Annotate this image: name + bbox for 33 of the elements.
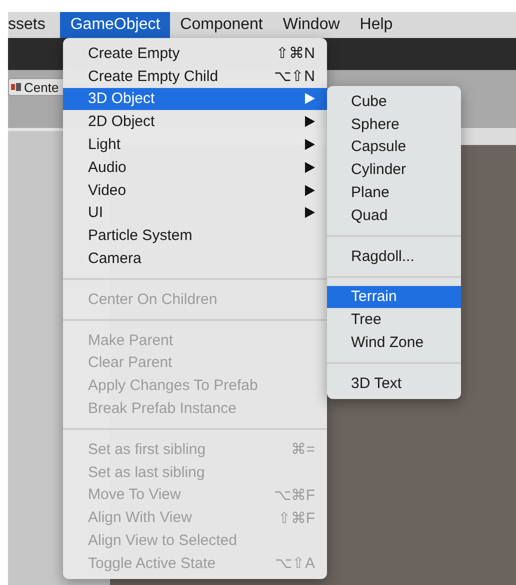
shortcut-text: ⌥⇧A (274, 554, 315, 572)
menu-item[interactable]: Camera (63, 247, 327, 270)
shortcut-text: ⇧⌘F (278, 508, 315, 527)
menu-item[interactable]: 2D Object (63, 110, 327, 134)
menu-item[interactable]: Particle System (63, 224, 327, 248)
menu-item[interactable]: Quad (327, 204, 461, 227)
shortcut-text: ⌥⇧N (274, 67, 315, 86)
pivot-button[interactable]: Cente (8, 78, 66, 96)
menu-bar-item[interactable]: Component (170, 12, 273, 38)
menu-item[interactable]: Sphere (327, 112, 461, 136)
menu-bar-item[interactable]: Help (350, 12, 403, 38)
menu-item[interactable]: Cube (327, 90, 461, 113)
menu-item[interactable]: Ragdoll... (327, 244, 461, 268)
menu-item[interactable]: Wind Zone (327, 331, 461, 354)
menu-item[interactable]: 3D Object (63, 88, 327, 110)
menu-item[interactable]: Video (63, 178, 327, 202)
shortcut-text: ⌘= (291, 440, 315, 458)
shortcut-text: ⌥⌘F (274, 486, 315, 504)
pivot-icon (11, 83, 21, 91)
menu-item[interactable]: Cylinder (327, 158, 461, 182)
menu-item[interactable]: Create Empty Child ⌥⇧N (63, 64, 327, 88)
menu-item[interactable]: 3D Text (327, 372, 461, 395)
shortcut-text: ⇧⌘N (276, 44, 315, 62)
menu-bar-item[interactable]: GameObject (60, 12, 170, 38)
menu-bar-item[interactable]: ssets (8, 12, 56, 38)
menu-item[interactable]: Audio (63, 156, 327, 179)
menu-item[interactable]: Light (63, 133, 327, 156)
menu-item[interactable]: Tree (327, 308, 461, 332)
menu-item[interactable]: Terrain (327, 286, 461, 308)
menu-item[interactable]: Capsule (327, 136, 461, 158)
menu-item[interactable]: Plane (327, 181, 461, 204)
menu-item[interactable]: UI (63, 202, 327, 224)
menu-bar-item[interactable]: Window (272, 12, 350, 38)
